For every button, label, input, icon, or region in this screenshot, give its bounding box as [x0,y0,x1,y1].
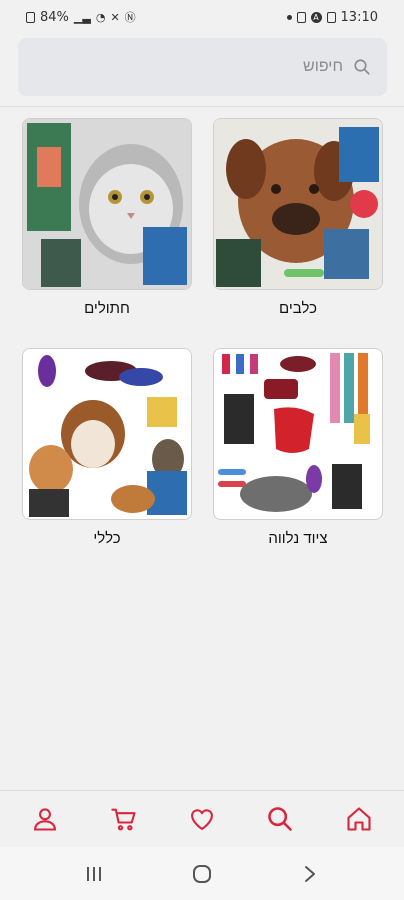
home-circle-icon [193,864,211,883]
category-general-label: כללי [93,530,121,547]
status-left: 84% ▁▃ ◔ ✕ Ⓝ [26,10,136,25]
battery-icon [26,11,35,23]
home-system-button[interactable] [182,854,222,894]
home-icon [347,807,371,831]
category-cats[interactable]: חתולים [22,118,192,317]
cart-icon [110,808,136,831]
category-general[interactable]: כללי [22,348,192,547]
back-icon [305,865,315,882]
search-input[interactable]: חיפוש [18,38,387,96]
category-dogs[interactable]: כלבים [213,118,383,317]
notification-dot-icon [286,14,292,20]
category-dogs-image[interactable] [213,118,383,290]
signal-icon: ▁▃ [73,10,91,24]
search-icon [268,807,293,831]
nfc-icon: Ⓝ [124,10,136,24]
bottom-navigation [0,790,404,847]
header-divider [0,106,404,107]
status-right: A 13:10 [286,9,378,25]
search-icon [354,59,370,75]
category-dogs-label: כלבים [279,300,317,317]
mute-icon: ✕ [110,10,120,24]
clock: 13:10 [340,9,378,25]
category-general-image[interactable] [22,348,192,520]
category-accessories[interactable]: ציוד נלווה [213,348,383,547]
nav-home[interactable] [334,794,384,844]
sim-icon [296,11,306,23]
nav-cart[interactable] [99,794,149,844]
recents-button[interactable] [74,854,114,894]
nav-profile[interactable] [20,794,70,844]
nav-search[interactable] [255,794,305,844]
battery-percent: 84% [40,9,69,25]
gallery-icon [326,11,336,23]
heart-icon [191,809,213,830]
category-accessories-image[interactable] [213,348,383,520]
app-notification-icon: A [310,11,322,23]
back-button[interactable] [290,854,330,894]
category-accessories-label: ציוד נלווה [268,530,328,547]
category-cats-label: חתולים [84,300,130,317]
user-icon [34,808,57,831]
system-navigation [0,847,404,900]
category-cats-image[interactable] [22,118,192,290]
recents-icon [87,866,101,881]
status-bar: 84% ▁▃ ◔ ✕ Ⓝ A 13:10 [0,0,404,34]
nav-favorites[interactable] [177,794,227,844]
wifi-icon: ◔ [95,10,106,24]
search-placeholder: חיפוש [303,58,343,75]
